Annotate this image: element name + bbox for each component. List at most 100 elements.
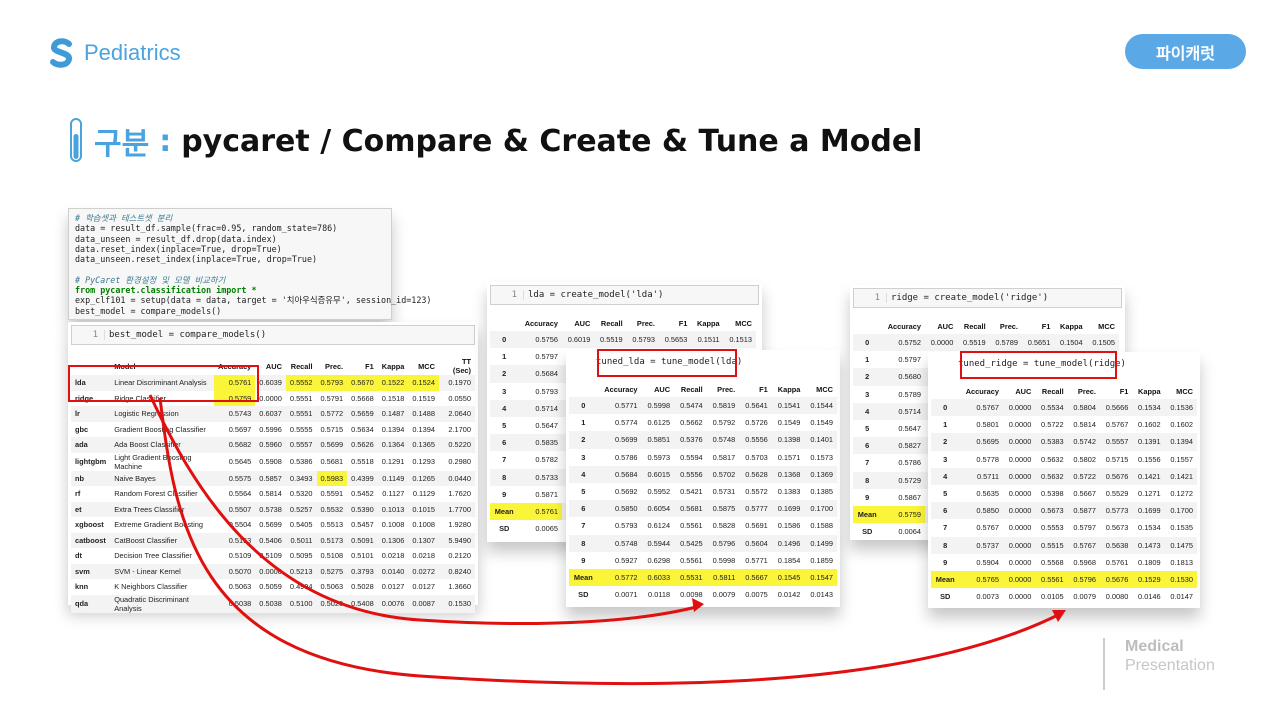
table-header: AUC xyxy=(937,321,954,331)
table-cell: 0.5153 xyxy=(214,532,256,548)
table-cell: Light Gradient Boosting Machine xyxy=(114,452,192,471)
table-header: AUC xyxy=(574,318,591,328)
table-cell: 8 xyxy=(853,471,882,489)
table-row: 0 0.5767 0.0000 0.5534 0.5804 0.5666 0.1534 0.1… xyxy=(931,399,1197,417)
code-line: data_unseen.reset_index(inplace=True, dr… xyxy=(75,254,318,265)
table-cell: 0.1398 xyxy=(771,431,805,449)
table-cell: 0.1573 xyxy=(810,452,833,462)
table-cell: 0.0076 xyxy=(377,594,409,613)
table-cell: 0.5771 xyxy=(597,397,642,415)
table-cell: 0.5653 xyxy=(658,331,692,349)
table-cell: 0.5632 xyxy=(1035,467,1068,485)
table-cell: 2 xyxy=(569,431,598,449)
table-cell: 0.0080 xyxy=(1105,592,1129,602)
table-cell: lr xyxy=(71,406,111,422)
table-row: 0 0.5771 0.5998 0.5474 0.5819 0.5641 0.1541 0.1… xyxy=(569,397,837,415)
table-cell: 0.6298 xyxy=(647,555,671,565)
table-cell: 0.5777 xyxy=(739,500,772,518)
logo-s-icon xyxy=(50,38,72,68)
table-cell: 0.5591 xyxy=(320,489,344,499)
table-cell: 0.6039 xyxy=(255,375,286,391)
table-cell: 0.5778 xyxy=(976,454,999,464)
table-cell: SVM - Linear Kernel xyxy=(110,563,215,579)
table-header: Accuracy xyxy=(604,384,638,394)
table-header: Accuracy xyxy=(887,321,921,331)
table-cell: 3 xyxy=(581,452,586,462)
create-ridge-code-cell[interactable]: 1 ridge = create_model('ridge') xyxy=(853,288,1122,308)
table-cell: 0.5691 xyxy=(745,521,768,531)
table-header: TT (Sec) xyxy=(452,357,471,375)
table-cell: 0.1365 xyxy=(408,437,439,453)
table-cell: 0.1549 xyxy=(777,418,801,428)
compare-code-cell[interactable]: 1 best_model = compare_models() xyxy=(71,325,475,345)
table-row: nb Naive Bayes 0.5575 0.5857 0.3493 0.5983 0.4… xyxy=(71,470,475,486)
table-cell: 0.5703 xyxy=(745,452,768,462)
table-cell: 0.5515 xyxy=(1035,536,1068,554)
table-cell: 0.1473 xyxy=(1132,536,1165,554)
table-cell: 0.5220 xyxy=(438,437,475,453)
table-cell: 0.0272 xyxy=(408,563,439,579)
table-cell: 0.5100 xyxy=(285,594,317,613)
table-cell: 0.5786 xyxy=(898,458,921,468)
table-cell: 6 xyxy=(931,502,960,520)
table-cell: 0.5020 xyxy=(316,594,348,613)
table-header xyxy=(569,381,598,397)
table-cell: 0.1545 xyxy=(771,568,805,587)
table-cell: 0.0087 xyxy=(408,594,439,613)
table-cell: 0.5518 xyxy=(351,457,374,466)
table-cell: knn xyxy=(75,582,89,592)
table-row: 9 0.5904 0.0000 0.5568 0.5968 0.5761 0.1809 0.1… xyxy=(931,554,1197,571)
table-cell: 0.5594 xyxy=(680,452,703,462)
table-cell: 0.5998 xyxy=(641,397,675,415)
table-cell: 0.5743 xyxy=(214,406,256,422)
table-cell: 0.1265 xyxy=(408,470,439,486)
table-cell: 0.5213 xyxy=(285,563,317,579)
table-cell: Decision Tree Classifier xyxy=(114,551,192,561)
table-cell: 0.5408 xyxy=(347,594,378,613)
create-lda-code-cell[interactable]: 1 lda = create_model('lda') xyxy=(490,285,759,305)
table-cell: 0.1602 xyxy=(1170,420,1193,430)
table-cell: 0.0000 xyxy=(1008,557,1032,567)
table-cell: 0.5173 xyxy=(316,532,348,548)
table-cell: 0.5604 xyxy=(739,534,772,552)
table-header: Kappa xyxy=(777,384,801,394)
table-cell: 0.5793 xyxy=(535,386,558,396)
table-cell: 2 xyxy=(490,365,519,383)
table-cell: 0.5556 xyxy=(739,431,772,449)
table-cell: 3 xyxy=(502,386,507,396)
table-cell: 0.1421 xyxy=(1132,467,1165,485)
table-cell: 0.5904 xyxy=(976,557,999,567)
code-line: # PyCaret 환경설정 및 모델 비교하기 xyxy=(75,274,226,285)
table-cell: 0.5519 xyxy=(957,334,990,352)
table-row: 2 0.5695 0.0000 0.5383 0.5742 0.5557 0.1391 0.1… xyxy=(931,433,1197,451)
table-cell: 0.5561 xyxy=(680,555,703,565)
table-cell: 7 xyxy=(502,455,507,465)
table-cell: 0.5684 xyxy=(597,465,642,483)
table-header: Prec. xyxy=(636,318,655,328)
table-row: rf Random Forest Classifier 0.5564 0.5814 0.… xyxy=(71,486,475,502)
title-separator: : xyxy=(159,123,172,159)
table-cell: 5 xyxy=(943,489,948,499)
table-header: Accuracy xyxy=(965,386,999,396)
table-cell: 4 xyxy=(853,402,882,420)
table-cell: 4 xyxy=(931,467,960,485)
table-cell: 6 xyxy=(490,434,519,452)
table-cell: 0.1293 xyxy=(412,457,435,466)
table-cell: 1.7700 xyxy=(438,501,475,517)
table-cell: 6 xyxy=(853,437,882,455)
table-cell: 0.5772 xyxy=(316,406,348,422)
table-cell: 0.0071 xyxy=(614,590,638,600)
table-cell: 0.1859 xyxy=(810,555,833,565)
table-cell: 0.5877 xyxy=(1067,502,1100,520)
table-cell: 0.5572 xyxy=(745,487,768,497)
table-row: svm SVM - Linear Kernel 0.5070 0.0000 0.5213… xyxy=(71,563,475,579)
table-cell: Mean xyxy=(931,570,960,589)
table-header xyxy=(490,315,518,331)
table-cell: 0.5738 xyxy=(255,501,286,517)
table-cell: 0.0000 xyxy=(1003,536,1036,554)
table-cell: 0.1394 xyxy=(412,424,435,434)
table-cell: 0.5662 xyxy=(680,418,703,428)
table-cell: 0.1602 xyxy=(1138,420,1161,430)
table-cell: 1 xyxy=(943,420,948,430)
table-cell: 0.1534 xyxy=(1132,399,1165,417)
